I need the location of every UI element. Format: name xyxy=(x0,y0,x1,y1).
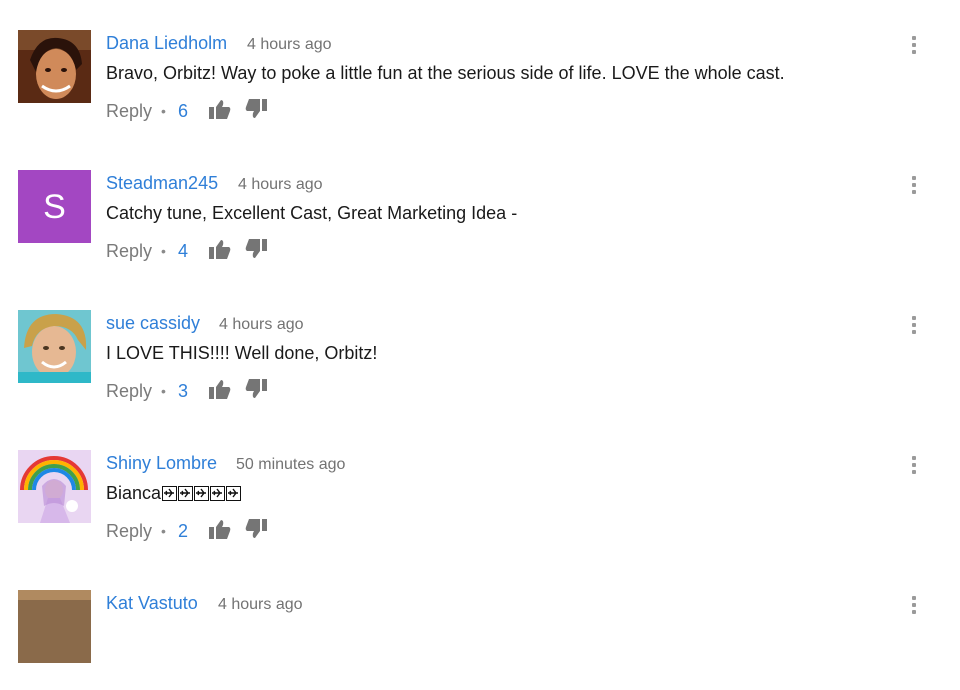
comment-actions: Reply • 6 xyxy=(106,98,267,124)
comment-menu-icon[interactable] xyxy=(909,596,919,618)
comment-author[interactable]: Shiny Lombre xyxy=(106,453,217,474)
comment-item: S Steadman245 4 hours ago Catchy tune, E… xyxy=(0,140,960,270)
avatar[interactable] xyxy=(18,30,91,103)
thumbs-up-icon[interactable] xyxy=(208,239,231,264)
comment-menu-icon[interactable] xyxy=(909,316,919,338)
comment-timestamp[interactable]: 50 minutes ago xyxy=(236,456,345,474)
reply-button[interactable]: Reply xyxy=(106,101,152,122)
comment-item: Dana Liedholm 4 hours ago Bravo, Orbitz!… xyxy=(0,0,960,130)
comment-menu-icon[interactable] xyxy=(909,456,919,478)
comment-actions: Reply • 4 xyxy=(106,238,267,264)
separator-dot: • xyxy=(161,103,166,119)
comment-text: I LOVE THIS!!!! Well done, Orbitz! xyxy=(106,343,378,363)
avatar[interactable]: S xyxy=(18,170,91,243)
comment-actions: Reply • 3 xyxy=(106,378,267,404)
thumbs-up-icon[interactable] xyxy=(208,379,231,404)
reply-button[interactable]: Reply xyxy=(106,381,152,402)
avatar[interactable] xyxy=(18,450,91,523)
thumbs-up-icon[interactable] xyxy=(208,99,231,124)
thumbs-up-icon[interactable] xyxy=(208,519,231,544)
separator-dot: • xyxy=(161,523,166,539)
airplane-icon xyxy=(178,486,194,501)
airplane-icon xyxy=(162,486,178,501)
comment-menu-icon[interactable] xyxy=(909,36,919,58)
comment-author[interactable]: Steadman245 xyxy=(106,173,218,194)
airplane-icon xyxy=(194,486,210,501)
comment-item: Kat Vastuto 4 hours ago xyxy=(0,560,960,690)
comment-author[interactable]: sue cassidy xyxy=(106,313,200,334)
avatar[interactable] xyxy=(18,590,91,663)
separator-dot: • xyxy=(161,383,166,399)
comment-text: Catchy tune, Excellent Cast, Great Marke… xyxy=(106,203,518,223)
comment-timestamp[interactable]: 4 hours ago xyxy=(238,176,323,194)
comment-text: Bianca xyxy=(106,483,242,504)
airplane-icon xyxy=(226,486,242,501)
separator-dot: • xyxy=(161,243,166,259)
like-count: 4 xyxy=(177,240,188,261)
comment-timestamp[interactable]: 4 hours ago xyxy=(219,316,304,334)
thumbs-down-icon[interactable] xyxy=(245,518,267,544)
comment-timestamp[interactable]: 4 hours ago xyxy=(247,36,332,54)
comment-text: Bravo, Orbitz! Way to poke a little fun … xyxy=(106,63,785,83)
comment-item: Shiny Lombre 50 minutes ago Bianca Reply… xyxy=(0,420,960,550)
thumbs-down-icon[interactable] xyxy=(245,238,267,264)
like-count: 3 xyxy=(177,380,188,401)
thumbs-down-icon[interactable] xyxy=(245,98,267,124)
comment-menu-icon[interactable] xyxy=(909,176,919,198)
airplane-icon xyxy=(210,486,226,501)
avatar[interactable] xyxy=(18,310,91,383)
reply-button[interactable]: Reply xyxy=(106,241,152,262)
comment-timestamp[interactable]: 4 hours ago xyxy=(218,596,303,614)
comment-text-content: Bianca xyxy=(106,483,162,503)
comment-author[interactable]: Dana Liedholm xyxy=(106,33,227,54)
avatar-letter: S xyxy=(43,188,66,226)
thumbs-down-icon[interactable] xyxy=(245,378,267,404)
comment-item: sue cassidy 4 hours ago I LOVE THIS!!!! … xyxy=(0,280,960,410)
comment-actions: Reply • 2 xyxy=(106,518,267,544)
like-count: 6 xyxy=(177,100,188,121)
comment-author[interactable]: Kat Vastuto xyxy=(106,593,198,614)
like-count: 2 xyxy=(177,520,188,541)
reply-button[interactable]: Reply xyxy=(106,521,152,542)
